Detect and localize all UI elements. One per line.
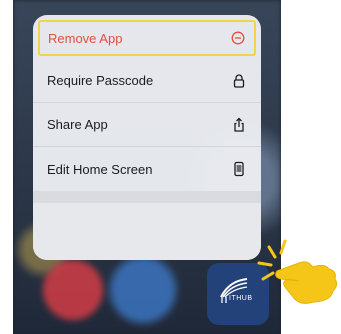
share-app-menu-item[interactable]: Share App: [33, 103, 261, 147]
app-icon-wordmark: ITHUB: [229, 295, 253, 302]
phone-icon: [231, 161, 247, 177]
app-preview-panel: [33, 203, 261, 260]
remove-app-menu-item[interactable]: Remove App: [38, 20, 256, 56]
require-passcode-label: Require Passcode: [47, 73, 154, 88]
edit-home-screen-label: Edit Home Screen: [47, 161, 153, 177]
minus-circle-icon: [230, 30, 246, 46]
tap-hand-icon: [255, 235, 341, 316]
share-icon: [231, 117, 247, 133]
edit-home-screen-menu-item[interactable]: Edit Home Screen: [33, 147, 261, 191]
menu-separator-band: [33, 191, 261, 203]
remove-app-label: Remove App: [48, 30, 123, 46]
share-app-label: Share App: [47, 117, 108, 132]
app-context-menu: Remove App Require Passcode Share App Ed…: [33, 15, 261, 260]
require-passcode-menu-item[interactable]: Require Passcode: [33, 59, 261, 103]
phone-screen: Remove App Require Passcode Share App Ed…: [13, 0, 281, 334]
lock-icon: [231, 73, 247, 89]
